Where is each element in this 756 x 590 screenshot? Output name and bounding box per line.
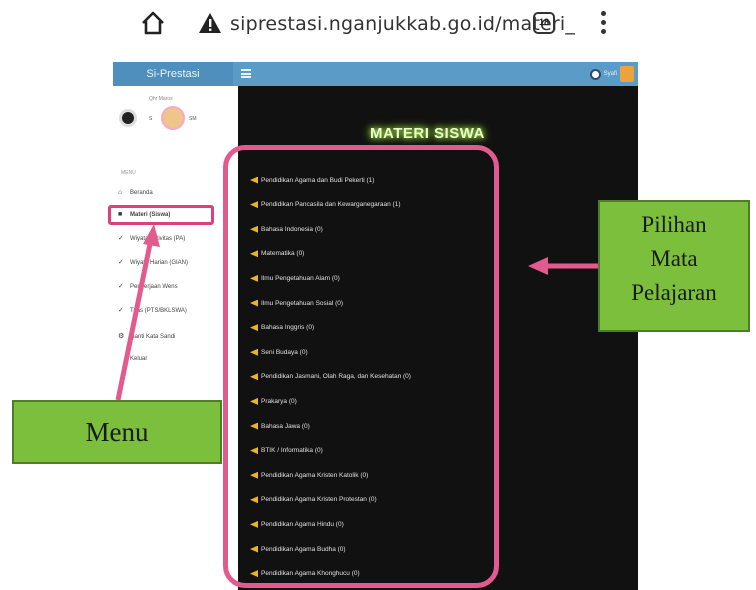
callout-line: Pilihan [641,212,707,237]
sidebar-item-ganti-kata-sandi[interactable]: ⚙ Ganti Kata Sandi [118,330,175,344]
profile-role: SM [189,116,197,122]
profile-panel: Qhr Maros S SM [119,94,234,134]
home-icon[interactable] [140,10,166,36]
page-title: MATERI SISWA [370,125,485,142]
sidebar-item-pengerjaan[interactable]: ✓ Pengerjaan Wens [118,280,178,294]
sidebar-item-wiyata-harian[interactable]: ✓ Wiyata Harian (GIAN) [118,256,188,270]
home-icon: ⌂ [118,189,123,196]
sidebar-item-label: Beranda [130,190,153,196]
settings-icon: ⚙ [118,333,125,340]
sidebar-item-tuas[interactable]: ✓ Tuas (PTS/BKLSWA) [118,304,187,318]
check-icon: ✓ [118,283,124,290]
app-brand[interactable]: Si-Prestasi [113,62,233,86]
sidebar-item-label: Pengerjaan Wens [130,284,178,290]
sidebar-item-label: Ganti Kata Sandi [130,334,176,340]
school-logo-icon [119,109,137,127]
subject-list-highlight [223,145,499,588]
tabs-icon[interactable]: 18 [533,12,555,34]
check-icon: ✓ [118,307,124,314]
user-menu[interactable]: Syafi [589,65,634,83]
warning-icon[interactable] [198,12,222,34]
avatar [620,66,634,82]
sidebar-item-wiyata-aktivitas[interactable]: ✓ Wiyata Aktivitas (PA) [118,232,185,246]
browser-url-bar: siprestasi.nganjukkab.go.id/materi_ 18 [0,0,756,50]
url-field[interactable]: siprestasi.nganjukkab.go.id/materi_ [230,13,575,35]
header-user-name: Syafi [603,71,617,77]
callout-line: Mata [650,246,698,271]
sidebar-item-label: Keluar [130,356,148,362]
check-icon: ✓ [118,259,124,266]
sidebar: Qhr Maros S SM MENU ⌂ Beranda ■ Materi (… [113,86,238,590]
hamburger-icon[interactable] [241,69,251,78]
profile-name: S [149,116,153,122]
logout-icon [118,356,125,362]
sidebar-item-label: Wiyata Harian (GIAN) [130,260,189,266]
app-header: Si-Prestasi Syafi [113,62,638,86]
user-status-icon [589,68,601,80]
tab-count: 18 [538,17,549,27]
sidebar-item-label: Tuas (PTS/BKLSWA) [130,308,187,314]
callout-menu: Menu [12,400,222,464]
menu-heading: MENU [121,170,136,176]
profile-greeting: Qhr Maros [149,96,173,102]
sidebar-item-keluar[interactable]: Keluar [118,352,147,366]
sidebar-item-beranda[interactable]: ⌂ Beranda [118,186,153,200]
callout-line: Pelajaran [631,280,717,305]
callout-pilihan-mata-pelajaran: Pilihan Mata Pelajaran [598,200,750,332]
more-vert-icon[interactable] [598,8,608,38]
sidebar-item-label: Wiyata Aktivitas (PA) [130,236,186,242]
menu-highlight [108,205,214,225]
check-icon: ✓ [118,235,124,242]
profile-avatar [161,106,185,130]
